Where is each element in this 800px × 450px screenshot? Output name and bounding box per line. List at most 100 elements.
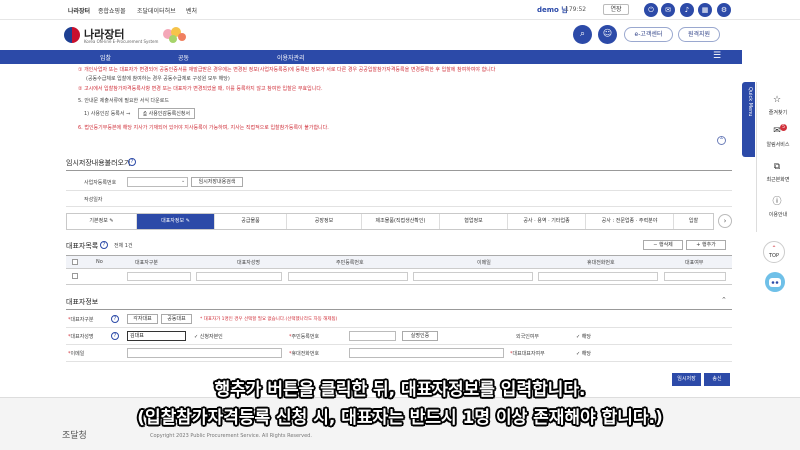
chevron-right-icon[interactable]: › <box>718 214 732 228</box>
col-rep-name: 대표자성명 <box>237 260 261 266</box>
delete-row-button[interactable]: − 행삭제 <box>643 240 683 250</box>
topbar-link-narajangteo[interactable]: 나라장터 <box>68 6 90 15</box>
site-logo-subtext: Korea ON-line E-Procurement System <box>84 39 159 44</box>
writer-date-label: 작성일자 <box>84 197 103 203</box>
temp-load-title: 임시저장내용불러오기 <box>66 159 131 167</box>
topbar-link-data-hub[interactable]: 조달데이터허브 <box>137 6 176 15</box>
rrn-input[interactable] <box>349 331 396 341</box>
seal-registration-form-label: 사용인감등록신청서 <box>148 111 190 117</box>
top-label: TOP <box>768 253 779 259</box>
notice-line-1: ① 개인사업자 또는 대표자가 변경되어 공동인증서를 재발급받은 경우에는 변… <box>78 67 496 73</box>
add-row-label: 행추가 <box>701 242 716 248</box>
rep-name-input[interactable]: 김대표 <box>127 331 186 341</box>
topbar-link-shopping-mall[interactable]: 종합쇼핑몰 <box>98 6 126 15</box>
temp-save-search-button[interactable]: 임시저장내용검색 <box>191 177 243 187</box>
help-icon[interactable]: ? <box>128 158 136 166</box>
help-icon[interactable]: ? <box>111 332 119 340</box>
side-item-favorites[interactable]: 즐겨찾기 <box>758 109 798 116</box>
footer-logo: 조달청 <box>62 431 87 441</box>
row-email-cell[interactable] <box>413 272 533 281</box>
nav-item-user-management[interactable]: 이용자관리 <box>277 53 305 62</box>
tab-specialty-construction[interactable]: 공사 : 전문업종 · 주력분야 <box>586 214 674 229</box>
user-settings-icon[interactable]: ☺ <box>598 25 617 44</box>
email-input[interactable] <box>127 348 282 358</box>
rep-type-note: * 대표자가 1명인 경우 선택할 필요 없습니다.(선택했나라도 자동 해제됨… <box>200 317 338 322</box>
select-all-checkbox[interactable] <box>72 259 78 265</box>
tab-construction-service[interactable]: 공사 · 용역 · 기타업종 <box>508 214 586 229</box>
settings-icon[interactable]: ⚙ <box>717 3 731 17</box>
table-row[interactable] <box>66 269 732 285</box>
guide-icon[interactable]: ⓘ <box>771 197 783 208</box>
nav-item-bid[interactable]: 입찰 <box>100 53 111 62</box>
extend-session-button[interactable]: 연장 <box>603 4 629 15</box>
main-rep-checkbox[interactable]: ✓ 해당 <box>576 350 591 357</box>
foreigner-checkbox[interactable]: ✓ 해당 <box>576 333 591 340</box>
col-email: 이메일 <box>477 260 491 266</box>
collapse-notice-icon[interactable]: ⌃ <box>717 136 726 145</box>
individual-rep-button[interactable]: 각자대표 <box>127 314 158 324</box>
phone-input[interactable] <box>349 348 504 358</box>
side-item-alert-service[interactable]: 알림서비스 <box>758 141 798 148</box>
star-icon[interactable]: ☆ <box>771 95 783 106</box>
biz-no-label: 사업자등록번호 <box>84 180 117 186</box>
recent-view-icon[interactable]: ⧉ <box>771 162 783 173</box>
row-main-rep-cell[interactable] <box>664 272 726 281</box>
side-item-guide[interactable]: 이용안내 <box>758 211 798 218</box>
chatbot-robot-icon[interactable] <box>765 272 785 292</box>
grid-icon[interactable]: ▦ <box>698 3 712 17</box>
scroll-top-button[interactable]: ⌃ TOP <box>763 241 785 263</box>
col-main-rep: 대표여부 <box>685 260 704 266</box>
col-no: No <box>96 259 103 265</box>
add-row-button[interactable]: + 행추가 <box>686 240 726 250</box>
tab-manufactured-goods[interactable]: 제조물품(직접생산확인) <box>362 214 440 229</box>
seal-registration-form-button[interactable]: ⎙ 사용인감등록신청서 <box>138 108 195 119</box>
help-icon[interactable]: ? <box>100 241 108 249</box>
real-name-auth-button[interactable]: 실명인증 <box>402 331 438 341</box>
row-rrn-cell[interactable] <box>288 272 408 281</box>
phone-label-text: 휴대전화번호 <box>291 351 320 357</box>
tab-cooperation-info[interactable]: 협업정보 <box>440 214 508 229</box>
search-icon[interactable]: ⌕ <box>573 25 592 44</box>
robot-face-icon <box>769 278 781 287</box>
biz-no-select[interactable] <box>127 177 188 187</box>
mail-icon[interactable]: ✉ <box>661 3 675 17</box>
logo-emblem-icon[interactable] <box>64 27 80 43</box>
col-rrn: 주민등록번호 <box>336 260 364 266</box>
hamburger-menu-icon[interactable]: ☰ <box>713 52 721 61</box>
tab-supply-goods[interactable]: 공급물품 <box>215 214 287 229</box>
side-item-recent[interactable]: 최근본화면 <box>758 176 798 183</box>
row-rep-name-cell[interactable] <box>196 272 282 281</box>
rep-table-header: No 대표자구분 대표자성명 주민등록번호 이메일 휴대전화번호 대표여부 <box>66 255 732 269</box>
nav-item-common[interactable]: 공동 <box>178 53 189 62</box>
rep-list-count: 전체 1건 <box>114 243 133 249</box>
remote-support-button[interactable]: 원격지원 <box>678 27 720 42</box>
self-applicant-label: 신청자본인 <box>199 334 223 340</box>
email-label: *이메일 <box>68 351 85 357</box>
alert-badge: 5 <box>780 124 787 131</box>
self-applicant-checkbox[interactable]: ✓ 신청자본인 <box>194 333 223 340</box>
subtitle-line-2: (입찰참가자격등록 신청 시, 대표자는 반드시 1명 이상 존재해야 합니다.… <box>137 408 663 428</box>
session-timer: 179:52 <box>565 6 587 13</box>
notice-line-6: 6. 법인등기부등본에 해당 지사가 기재되어 있어야 지사등록이 가능하며, … <box>78 125 329 131</box>
tab-bid[interactable]: 입찰 <box>674 214 713 229</box>
rep-list-title: 대표자목록 <box>66 242 99 250</box>
row-phone-cell[interactable] <box>538 272 658 281</box>
e-customer-center-button[interactable]: e-고객센터 <box>624 27 673 42</box>
collapse-section-icon[interactable]: ⌃ <box>721 296 727 304</box>
tab-representative-info[interactable]: 대표자정보 ✎ <box>137 214 215 229</box>
row-checkbox[interactable] <box>72 273 78 279</box>
rep-name-label: *대표자성명 <box>68 334 94 340</box>
bell-icon[interactable]: ♪ <box>680 3 694 17</box>
tab-factory-info[interactable]: 공장정보 <box>287 214 362 229</box>
joint-rep-button[interactable]: 공동대표 <box>161 314 192 324</box>
tab-label: 기본정보 <box>89 218 108 224</box>
row-rep-type-cell[interactable] <box>127 272 191 281</box>
topbar-link-venture[interactable]: 벤처 <box>186 6 197 15</box>
main-navigation: 입찰 공동 이용자관리 ☰ <box>0 50 742 64</box>
tab-basic-info[interactable]: 기본정보 ✎ <box>67 214 137 229</box>
rrn-label-text: 주민등록번호 <box>291 334 320 340</box>
help-icon[interactable]: ? <box>111 315 119 323</box>
logout-icon[interactable]: ⏻ <box>644 3 658 17</box>
main-rep-label: *대표대표자여부 <box>510 351 545 357</box>
notice-line-4: 5. 안내문 제출서류에 필요한 서식 다운로드 <box>78 98 169 104</box>
